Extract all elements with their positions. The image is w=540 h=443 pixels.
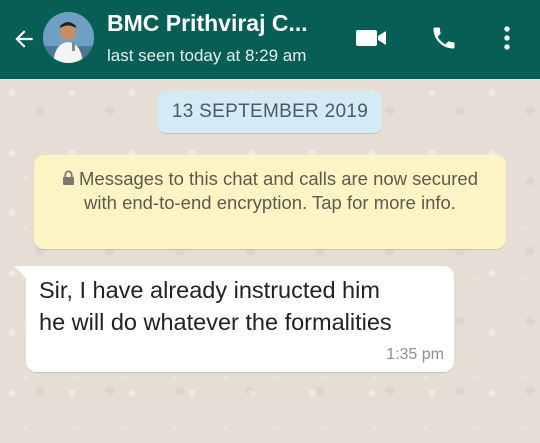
lock-icon bbox=[63, 170, 74, 185]
date-separator: 13 SEPTEMBER 2019 bbox=[158, 91, 382, 133]
voice-call-button[interactable] bbox=[424, 20, 464, 56]
avatar[interactable] bbox=[43, 12, 94, 63]
encryption-notice-text: Messages to this chat and calls are now … bbox=[79, 168, 478, 213]
arrow-left-icon bbox=[15, 30, 33, 48]
message-line: Sir, I have already instructed him bbox=[39, 277, 380, 303]
video-camera-icon bbox=[356, 30, 386, 46]
message-timestamp: 1:35 pm bbox=[386, 346, 444, 363]
contact-name[interactable]: BMC Prithviraj C... bbox=[107, 10, 337, 37]
last-seen-status: last seen today at 8:29 am bbox=[107, 46, 307, 65]
chat-header: BMC Prithviraj C... last seen today at 8… bbox=[0, 0, 540, 79]
back-button[interactable] bbox=[8, 22, 40, 56]
video-call-button[interactable] bbox=[352, 20, 390, 56]
avatar-image bbox=[43, 12, 94, 63]
phone-icon bbox=[433, 27, 455, 49]
chat-wallpaper bbox=[0, 79, 540, 443]
encryption-notice[interactable]: Messages to this chat and calls are now … bbox=[34, 155, 506, 249]
message-text: Sir, I have already instructed him he wi… bbox=[39, 274, 449, 338]
menu-button[interactable] bbox=[494, 20, 520, 56]
more-vertical-icon bbox=[504, 26, 510, 50]
incoming-message-bubble[interactable]: Sir, I have already instructed him he wi… bbox=[26, 266, 454, 372]
message-line: he will do whatever the formalities bbox=[39, 309, 392, 335]
